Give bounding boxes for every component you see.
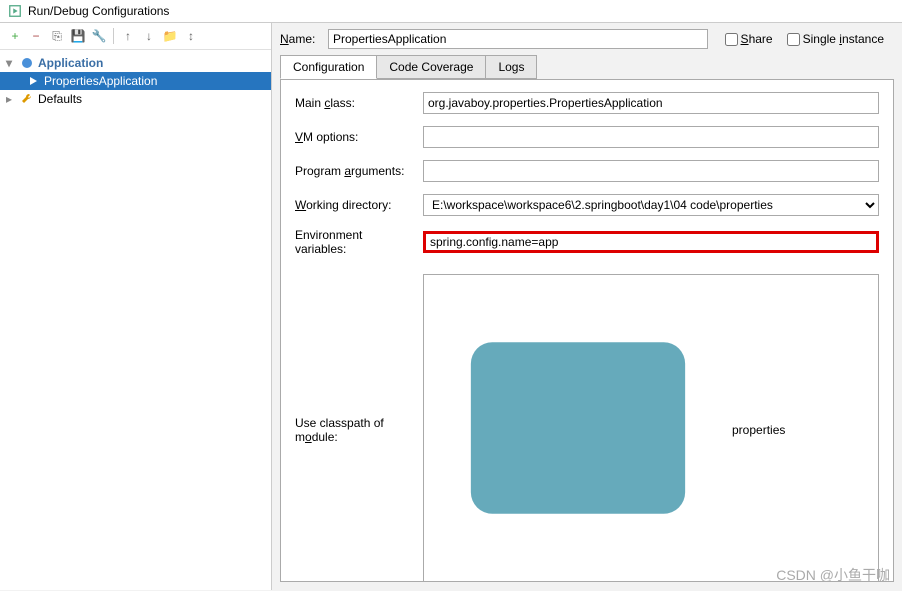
tree-defaults-label: Defaults xyxy=(38,92,82,106)
classpath-label: Use classpath of module: xyxy=(295,416,415,444)
working-dir-row: Working directory: E:\workspace\workspac… xyxy=(295,194,879,216)
classpath-select[interactable]: properties xyxy=(423,274,879,582)
name-label: Name: xyxy=(280,32,320,46)
classpath-row: Use classpath of module: properties xyxy=(295,274,879,582)
main-class-row: Main class: xyxy=(295,92,879,114)
env-vars-row: Environment variables: xyxy=(295,228,879,256)
expand-icon: ▸ xyxy=(6,92,16,106)
checkbox-group: Share Single instance xyxy=(725,32,894,46)
tab-configuration[interactable]: Configuration xyxy=(280,55,377,79)
name-row: Name: Share Single instance xyxy=(272,23,902,55)
vm-options-input[interactable] xyxy=(423,126,879,148)
wrench-icon xyxy=(20,92,34,106)
program-args-row: Program arguments: xyxy=(295,160,879,182)
share-checkbox-label[interactable]: Share xyxy=(725,32,773,46)
vm-options-label: VM options: xyxy=(295,130,415,144)
single-instance-label[interactable]: Single instance xyxy=(787,32,884,46)
program-args-label: Program arguments: xyxy=(295,164,415,178)
wrench-button[interactable]: 🔧 xyxy=(90,27,108,45)
working-dir-label: Working directory: xyxy=(295,198,415,212)
remove-config-button[interactable]: − xyxy=(27,27,45,45)
move-up-button[interactable]: ↑ xyxy=(119,27,137,45)
run-config-icon xyxy=(26,74,40,88)
env-vars-label: Environment variables: xyxy=(295,228,415,256)
left-toolbar: + − ⎘ 💾 🔧 ↑ ↓ 📁 ↕ xyxy=(0,23,271,50)
share-checkbox[interactable] xyxy=(725,33,738,46)
separator xyxy=(113,28,114,44)
save-config-button[interactable]: 💾 xyxy=(69,27,87,45)
tree-defaults[interactable]: ▸ Defaults xyxy=(0,90,271,108)
right-panel: Name: Share Single instance Configuratio… xyxy=(272,23,902,590)
name-input[interactable] xyxy=(328,29,708,49)
application-icon xyxy=(20,56,34,70)
folder-button[interactable]: 📁 xyxy=(161,27,179,45)
tree-properties-app[interactable]: PropertiesApplication xyxy=(0,72,271,90)
working-dir-select[interactable]: E:\workspace\workspace6\2.springboot\day… xyxy=(423,194,879,216)
main-class-input[interactable] xyxy=(423,92,879,114)
config-tree: ▾ Application PropertiesApplication ▸ De… xyxy=(0,50,271,590)
tree-application-label: Application xyxy=(38,56,103,70)
tab-content: Main class: VM options: Program argument… xyxy=(280,79,894,582)
program-args-input[interactable] xyxy=(423,160,879,182)
copy-config-button[interactable]: ⎘ xyxy=(48,27,66,45)
classpath-value: properties xyxy=(732,423,785,437)
config-icon xyxy=(8,4,22,18)
title-bar: Run/Debug Configurations xyxy=(0,0,902,23)
collapse-icon: ▾ xyxy=(6,56,16,70)
left-panel: + − ⎘ 💾 🔧 ↑ ↓ 📁 ↕ ▾ Application Properti… xyxy=(0,23,272,590)
module-icon xyxy=(428,278,728,581)
vm-options-row: VM options: xyxy=(295,126,879,148)
add-config-button[interactable]: + xyxy=(6,27,24,45)
env-vars-input[interactable] xyxy=(423,231,879,253)
tab-logs[interactable]: Logs xyxy=(485,55,537,79)
sort-button[interactable]: ↕ xyxy=(182,27,200,45)
tabs: Configuration Code Coverage Logs xyxy=(272,55,902,79)
tab-code-coverage[interactable]: Code Coverage xyxy=(376,55,486,79)
main-container: + − ⎘ 💾 🔧 ↑ ↓ 📁 ↕ ▾ Application Properti… xyxy=(0,23,902,590)
main-class-label: Main class: xyxy=(295,96,415,110)
move-down-button[interactable]: ↓ xyxy=(140,27,158,45)
single-instance-checkbox[interactable] xyxy=(787,33,800,46)
tree-application[interactable]: ▾ Application xyxy=(0,54,271,72)
window-title: Run/Debug Configurations xyxy=(28,4,169,18)
tree-properties-app-label: PropertiesApplication xyxy=(44,74,157,88)
